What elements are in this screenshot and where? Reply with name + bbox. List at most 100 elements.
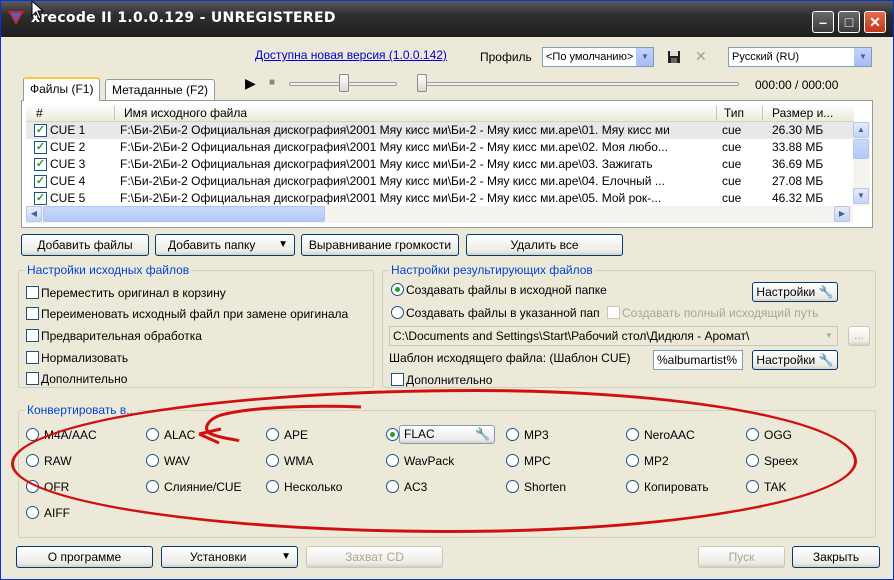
vertical-scroll-thumb[interactable] xyxy=(853,139,869,159)
format-radio-ogg[interactable] xyxy=(746,428,759,441)
start-button[interactable]: Пуск xyxy=(698,546,785,568)
scroll-right-icon[interactable]: ▶ xyxy=(834,206,850,222)
add-folder-button[interactable]: Добавить папку ▼ xyxy=(155,234,295,256)
scroll-up-icon[interactable]: ▲ xyxy=(853,122,869,138)
volume-slider-thumb[interactable] xyxy=(339,74,349,92)
format-label: Несколько xyxy=(284,480,343,494)
file-row[interactable]: ✓ CUE 3 F:\Би-2\Би-2 Официальная дискогр… xyxy=(26,156,854,173)
format-radio-wma[interactable] xyxy=(266,454,279,467)
column-header-filename[interactable]: Имя исходного файла xyxy=(124,106,247,120)
output-advanced-checkbox[interactable] xyxy=(391,373,404,386)
tab-metadata[interactable]: Метаданные (F2) xyxy=(105,79,215,101)
horizontal-scrollbar[interactable]: ◀ ▶ xyxy=(26,206,853,223)
settings-menu-button[interactable]: Установки ▼ xyxy=(161,546,298,568)
column-header-number[interactable]: # xyxy=(36,106,43,120)
format-radio-mp2[interactable] xyxy=(626,454,639,467)
close-window-button[interactable]: ✕ xyxy=(864,11,886,33)
update-available-link[interactable]: Доступна новая версия (1.0.0.142) xyxy=(255,48,447,62)
maximize-button[interactable]: □ xyxy=(838,11,860,33)
dropdown-arrow-icon: ▼ xyxy=(281,551,291,562)
row-size: 27.08 МБ xyxy=(772,174,824,188)
template-settings-label: Настройки xyxy=(756,353,816,367)
column-header-size[interactable]: Размер и... xyxy=(772,106,833,120)
format-radio-multiple[interactable] xyxy=(266,480,279,493)
file-row[interactable]: ✓ CUE 2 F:\Би-2\Би-2 Официальная дискогр… xyxy=(26,139,854,156)
file-row[interactable]: ✓ CUE 4 F:\Би-2\Би-2 Официальная дискогр… xyxy=(26,173,854,190)
create-in-source-label: Создавать файлы в исходной папке xyxy=(406,283,607,297)
create-in-folder-radio[interactable] xyxy=(391,306,404,319)
add-files-button[interactable]: Добавить файлы xyxy=(21,234,149,256)
row-checkbox[interactable]: ✓ xyxy=(34,158,47,171)
format-label: OFR xyxy=(44,480,70,494)
vertical-scrollbar[interactable]: ▲ ▼ xyxy=(853,122,870,206)
rename-original-checkbox[interactable] xyxy=(26,307,39,320)
format-radio-shorten[interactable] xyxy=(506,480,519,493)
format-radio-ac3[interactable] xyxy=(386,480,399,493)
format-radio-neroaac[interactable] xyxy=(626,428,639,441)
row-checkbox[interactable]: ✓ xyxy=(34,192,47,205)
format-label: FLAC xyxy=(404,427,435,441)
scroll-down-icon[interactable]: ▼ xyxy=(853,188,869,204)
column-header-type[interactable]: Тип xyxy=(724,106,744,120)
file-list-header: # Имя исходного файла Тип Размер и... xyxy=(26,104,854,122)
position-slider-thumb[interactable] xyxy=(417,74,427,92)
format-radio-raw[interactable] xyxy=(26,454,39,467)
play-icon[interactable]: ▶ xyxy=(245,75,256,92)
output-path-field[interactable]: C:\Documents and Settings\Start\Рабочий … xyxy=(389,326,838,346)
tab-files[interactable]: Файлы (F1) xyxy=(23,77,101,101)
row-type: cue xyxy=(722,140,742,154)
preprocessing-checkbox[interactable] xyxy=(26,329,39,342)
source-advanced-label: Дополнительно xyxy=(41,372,128,386)
normalize-volume-button[interactable]: Выравнивание громкости xyxy=(301,234,459,256)
format-radio-mp3[interactable] xyxy=(506,428,519,441)
format-radio-aiff[interactable] xyxy=(26,506,39,519)
delete-all-button[interactable]: Удалить все xyxy=(466,234,623,256)
profile-select[interactable]: <По умолчанию> ▼ xyxy=(542,47,654,67)
template-settings-button[interactable]: Настройки 🔧 xyxy=(752,350,838,370)
format-radio-copy[interactable] xyxy=(626,480,639,493)
capture-cd-button[interactable]: Захват CD xyxy=(306,546,443,568)
row-size: 36.69 МБ xyxy=(772,157,824,171)
format-label: TAK xyxy=(764,480,787,494)
profile-select-value: <По умолчанию> xyxy=(546,51,634,63)
save-profile-icon[interactable] xyxy=(667,50,681,64)
format-radio-speex[interactable] xyxy=(746,454,759,467)
format-radio-flac[interactable] xyxy=(386,428,399,441)
add-folder-label: Добавить папку xyxy=(168,238,256,252)
format-radio-wavpack[interactable] xyxy=(386,454,399,467)
row-checkbox[interactable]: ✓ xyxy=(34,141,47,154)
file-row[interactable]: ✓ CUE 1 F:\Би-2\Би-2 Официальная дискогр… xyxy=(26,122,854,139)
file-row[interactable]: ✓ CUE 5 F:\Би-2\Би-2 Официальная дискогр… xyxy=(26,190,854,207)
horizontal-scroll-thumb[interactable] xyxy=(43,206,325,222)
scroll-left-icon[interactable]: ◀ xyxy=(26,206,42,222)
minimize-button[interactable]: – xyxy=(812,11,834,33)
stop-icon[interactable]: ■ xyxy=(269,77,275,88)
row-checkbox[interactable]: ✓ xyxy=(34,124,47,137)
row-size: 33.88 МБ xyxy=(772,140,824,154)
template-field[interactable]: %albumartist% xyxy=(653,350,743,370)
row-checkbox[interactable]: ✓ xyxy=(34,175,47,188)
move-to-trash-checkbox[interactable] xyxy=(26,286,39,299)
title-bar[interactable]: xrecode II 1.0.0.129 - UNREGISTERED – □ … xyxy=(1,1,893,37)
full-path-checkbox[interactable] xyxy=(607,306,620,319)
format-radio-wav[interactable] xyxy=(146,454,159,467)
format-radio-mpc[interactable] xyxy=(506,454,519,467)
flac-settings-button[interactable]: FLAC 🔧 xyxy=(399,425,495,444)
language-select[interactable]: Русский (RU) ▼ xyxy=(728,47,872,67)
browse-button[interactable]: ... xyxy=(848,326,870,346)
source-advanced-checkbox[interactable] xyxy=(26,372,39,385)
delete-profile-icon[interactable]: ✕ xyxy=(695,48,707,65)
create-in-source-radio[interactable] xyxy=(391,283,404,296)
close-button[interactable]: Закрыть xyxy=(792,546,880,568)
normalize-checkbox[interactable] xyxy=(26,351,39,364)
format-radio-merge-cue[interactable] xyxy=(146,480,159,493)
format-radio-tak[interactable] xyxy=(746,480,759,493)
chevron-down-icon: ▼ xyxy=(636,48,653,66)
format-radio-ofr[interactable] xyxy=(26,480,39,493)
format-radio-alac[interactable] xyxy=(146,428,159,441)
about-button[interactable]: О программе xyxy=(16,546,153,568)
row-number: CUE 3 xyxy=(50,157,86,171)
output-settings-button[interactable]: Настройки 🔧 xyxy=(752,282,838,302)
format-radio-m4a[interactable] xyxy=(26,428,39,441)
row-type: cue xyxy=(722,174,742,188)
